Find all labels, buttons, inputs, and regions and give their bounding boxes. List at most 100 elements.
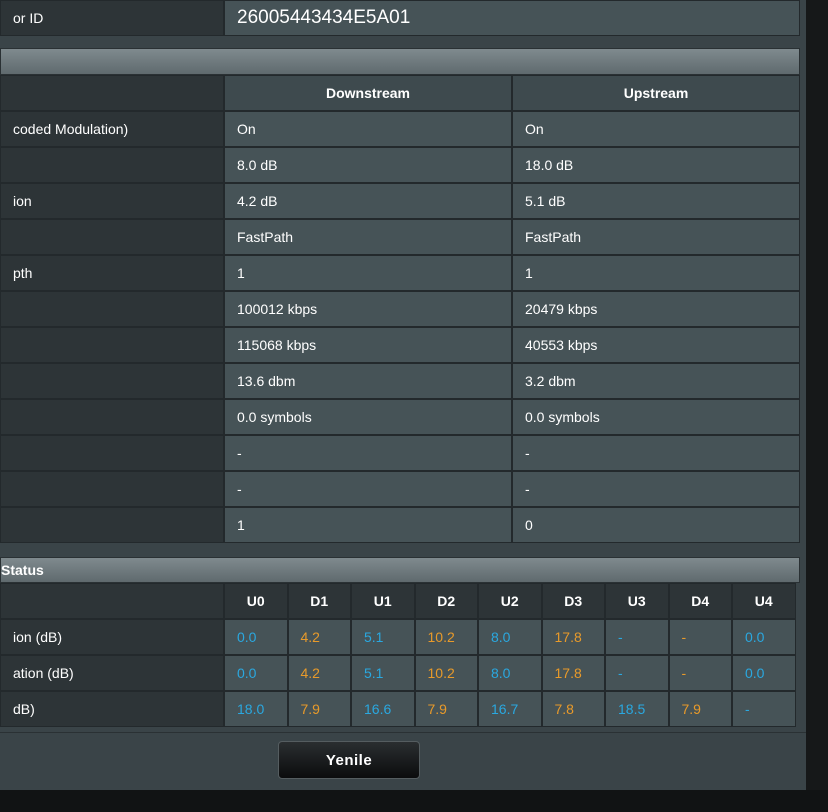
snr-value-d1: 7.9: [287, 691, 351, 727]
snr-value-u3: -: [605, 655, 669, 691]
row-label: [0, 363, 224, 399]
downstream-value: 13.6 dbm: [224, 363, 512, 399]
vendor-id-value: 26005443434E5A01: [224, 0, 800, 36]
row-label: [0, 471, 224, 507]
snr-value-u1: 16.6: [351, 691, 415, 727]
header-d4: D4: [668, 583, 732, 619]
table-row: --: [0, 471, 800, 507]
row-label: [0, 147, 224, 183]
snr-value-d4: -: [668, 655, 732, 691]
downstream-value: 4.2 dB: [224, 183, 512, 219]
header-u4: U4: [732, 583, 796, 619]
snr-value-u3: 18.5: [605, 691, 669, 727]
snr-value-u2: 8.0: [478, 619, 542, 655]
header-blank: [0, 75, 224, 111]
header-downstream: Downstream: [224, 75, 512, 111]
row-label: [0, 219, 224, 255]
snr-value-u4: 0.0: [732, 655, 796, 691]
downstream-value: 1: [224, 255, 512, 291]
row-label: [0, 327, 224, 363]
downstream-value: 100012 kbps: [224, 291, 512, 327]
snr-value-d2: 10.2: [414, 619, 478, 655]
snr-value-u2: 16.7: [478, 691, 542, 727]
table-row: 100012 kbps 20479 kbps: [0, 291, 800, 327]
snr-value-u2: 8.0: [478, 655, 542, 691]
table-row: ation (dB) 0.0 4.2 5.1 10.2 8.0 17.8- -0.0: [0, 655, 796, 691]
upstream-value: 1: [512, 255, 800, 291]
snr-value-d2: 10.2: [414, 655, 478, 691]
table-row: 13.6 dbm 3.2 dbm: [0, 363, 800, 399]
table-header-row: Downstream Upstream: [0, 75, 800, 111]
page-background-bottom: [0, 790, 828, 812]
downstream-value: -: [224, 435, 512, 471]
table-row: ion (dB) 0.0 4.2 5.1 10.2 8.0 17.8- -0.0: [0, 619, 796, 655]
row-label: [0, 291, 224, 327]
header-blank: [0, 583, 224, 619]
row-label: [0, 435, 224, 471]
upstream-value: -: [512, 435, 800, 471]
snr-value-u0: 0.0: [224, 655, 288, 691]
vendor-id-row: or ID 26005443434E5A01: [0, 0, 800, 36]
dsl-statistics-table: Downstream Upstream coded Modulation) On O…: [0, 75, 800, 543]
table-row: dB) 18.0 7.9 16.6 7.9 16.7 7.8 18.5 7.9-: [0, 691, 796, 727]
table-row: 0.0 symbols 0.0 symbols: [0, 399, 800, 435]
snr-value-u0: 18.0: [224, 691, 288, 727]
snr-value-u1: 5.1: [351, 619, 415, 655]
row-label: [0, 507, 224, 543]
snr-value-u3: -: [605, 619, 669, 655]
table-row: 10: [0, 507, 800, 543]
upstream-value: FastPath: [512, 219, 800, 255]
row-label: ation (dB): [0, 655, 224, 691]
row-label: coded Modulation): [0, 111, 224, 147]
table-row: --: [0, 435, 800, 471]
snr-value-u4: -: [732, 691, 796, 727]
table-header-row: U0 D1 U1 D2 U2 D3 U3 D4 U4: [0, 583, 796, 619]
upstream-value: 0.0 symbols: [512, 399, 800, 435]
row-label: pth: [0, 255, 224, 291]
header-d2: D2: [414, 583, 478, 619]
snr-value-u0: 0.0: [224, 619, 288, 655]
upstream-value: 20479 kbps: [512, 291, 800, 327]
page-background-right: [806, 0, 828, 812]
header-u3: U3: [605, 583, 669, 619]
header-d3: D3: [541, 583, 605, 619]
downstream-value: 8.0 dB: [224, 147, 512, 183]
snr-value-u1: 5.1: [351, 655, 415, 691]
snr-value-u4: 0.0: [732, 619, 796, 655]
snr-value-d3: 17.8: [541, 655, 605, 691]
table-row: FastPath FastPath: [0, 219, 800, 255]
row-label: ion: [0, 183, 224, 219]
snr-value-d1: 4.2: [287, 655, 351, 691]
table-row: pth 1 1: [0, 255, 800, 291]
downstream-value: 0.0 symbols: [224, 399, 512, 435]
upstream-value: On: [512, 111, 800, 147]
table-row: coded Modulation) On On: [0, 111, 800, 147]
upstream-value: 0: [512, 507, 800, 543]
header-u0: U0: [224, 583, 288, 619]
dsl-statistics-section-header: [0, 48, 800, 75]
downstream-value: 115068 kbps: [224, 327, 512, 363]
snr-status-table: U0 D1 U1 D2 U2 D3 U3 D4 U4 ion (dB) 0.0 4.2 5.1 10.2…: [0, 583, 796, 727]
row-label: ion (dB): [0, 619, 224, 655]
upstream-value: 40553 kbps: [512, 327, 800, 363]
snr-value-d4: 7.9: [668, 691, 732, 727]
table-row: 115068 kbps 40553 kbps: [0, 327, 800, 363]
downstream-value: FastPath: [224, 219, 512, 255]
header-d1: D1: [287, 583, 351, 619]
snr-value-d2: 7.9: [414, 691, 478, 727]
row-label: dB): [0, 691, 224, 727]
refresh-button[interactable]: Yenile: [278, 741, 420, 779]
divider: [0, 732, 806, 733]
table-row: ion 4.2 dB 5.1 dB: [0, 183, 800, 219]
upstream-value: 18.0 dB: [512, 147, 800, 183]
snr-value-d3: 7.8: [541, 691, 605, 727]
vendor-id-label: or ID: [0, 0, 224, 36]
snr-value-d1: 4.2: [287, 619, 351, 655]
downstream-value: On: [224, 111, 512, 147]
section-title: Status: [1, 562, 44, 578]
snr-value-d4: -: [668, 619, 732, 655]
row-label: [0, 399, 224, 435]
downstream-value: 1: [224, 507, 512, 543]
header-u2: U2: [478, 583, 542, 619]
downstream-value: -: [224, 471, 512, 507]
